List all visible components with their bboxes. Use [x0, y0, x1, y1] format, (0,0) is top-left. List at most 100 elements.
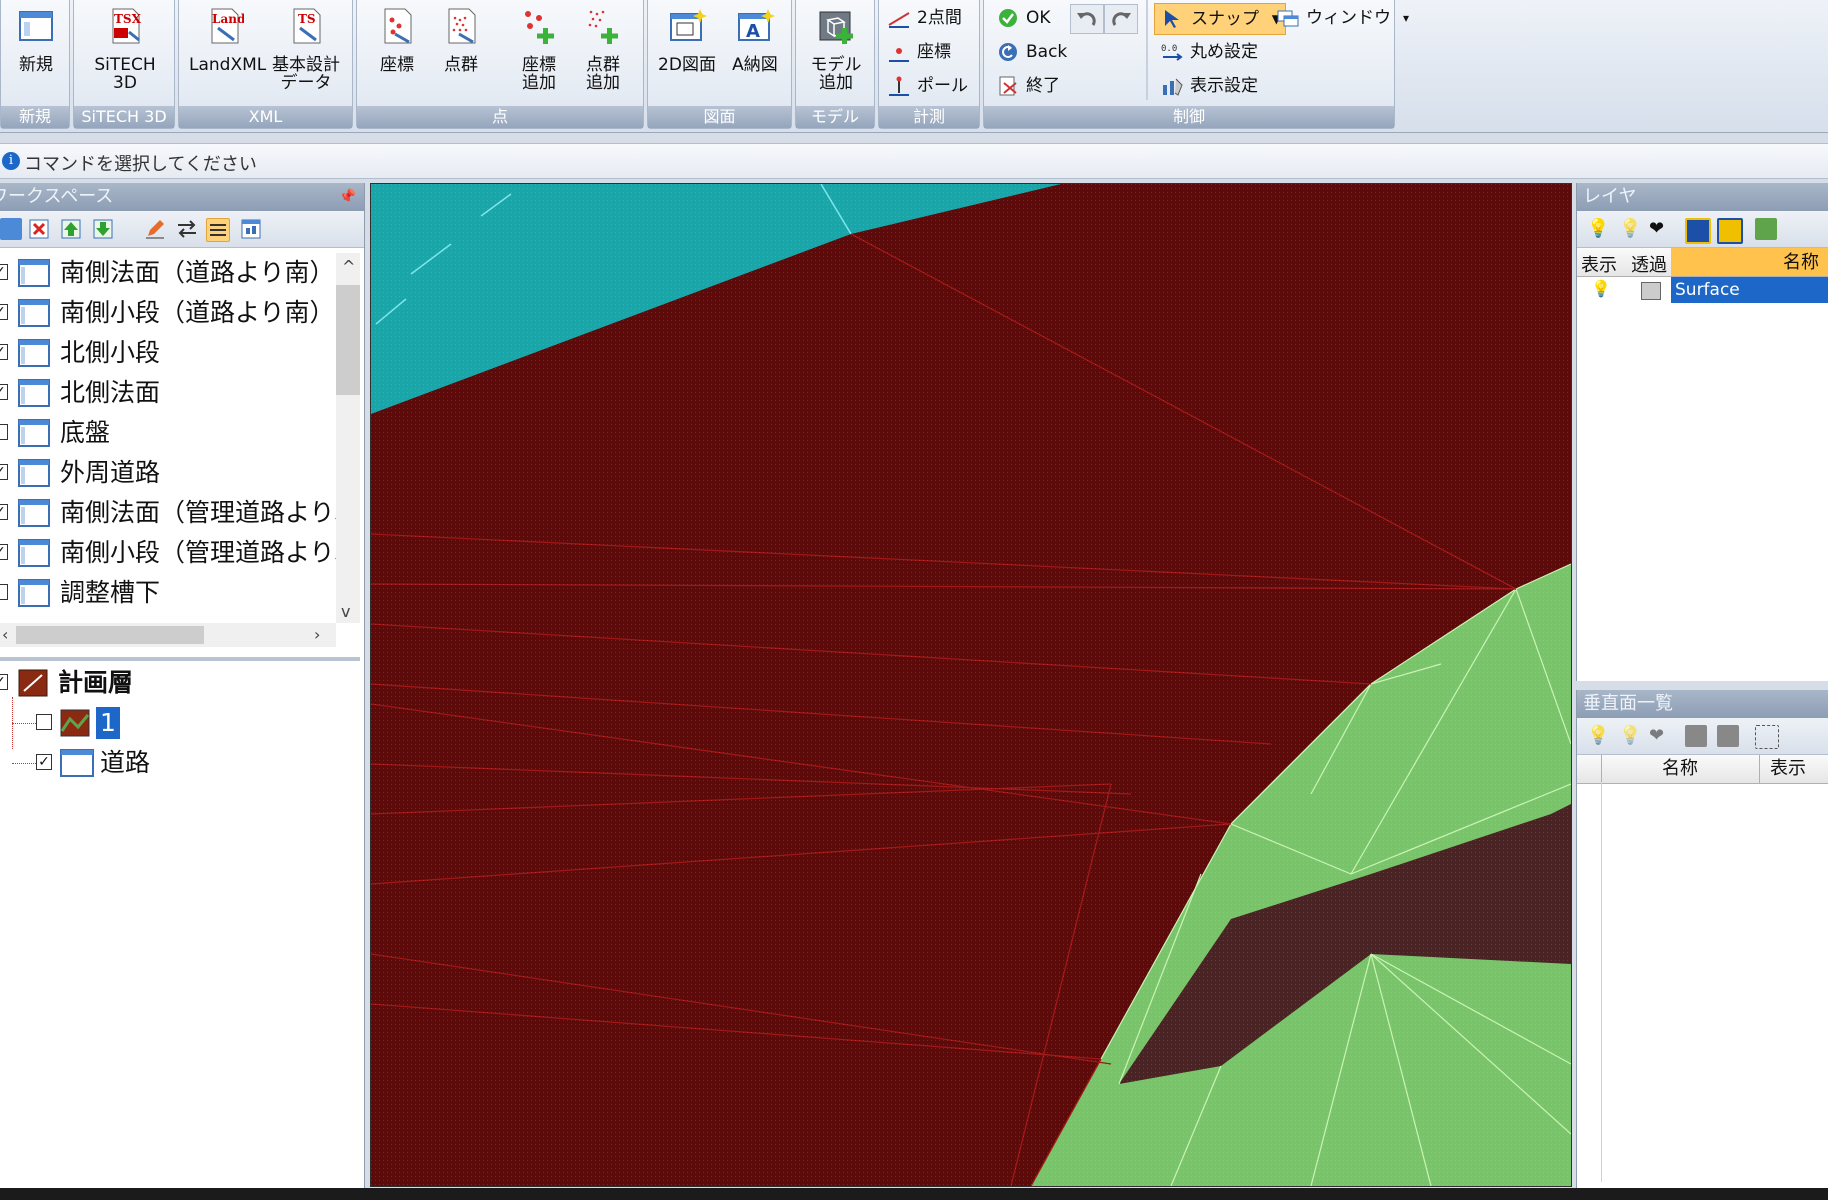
tree-item[interactable]: ✓ 南側法面（道路より南）	[0, 253, 336, 293]
redo-button[interactable]	[1104, 4, 1138, 34]
column-display[interactable]: 表示	[1581, 251, 1617, 277]
3d-viewport[interactable]	[370, 183, 1572, 1187]
tree-item[interactable]: 調整槽下	[0, 573, 336, 613]
visibility-bulb-icon[interactable]: 💡	[1591, 279, 1611, 298]
tree-connector	[12, 763, 36, 764]
move-up-icon[interactable]	[60, 218, 82, 240]
two-point-button[interactable]: 2点間	[881, 3, 962, 33]
tree-item-checkbox[interactable]: ✓	[0, 504, 8, 520]
snap-button[interactable]: スナップ ▼	[1154, 3, 1286, 35]
scroll-right-icon[interactable]: ›	[314, 625, 320, 644]
drawing-a-button[interactable]: A A納図	[722, 6, 788, 74]
plan-layer-checkbox[interactable]: ✓	[0, 674, 8, 690]
tree-item-checkbox[interactable]: ✓	[0, 304, 8, 320]
properties-icon[interactable]	[240, 218, 262, 240]
delete-icon[interactable]	[28, 218, 50, 240]
sub-item[interactable]: 1	[0, 697, 360, 749]
pointcloud-button[interactable]: 点群	[429, 6, 493, 74]
move-down-icon[interactable]	[92, 218, 114, 240]
panel-splitter[interactable]	[0, 657, 360, 661]
swap-icon[interactable]	[176, 218, 198, 240]
svg-text:TS: TS	[298, 12, 316, 26]
list-view-icon[interactable]	[206, 218, 230, 242]
scroll-thumb[interactable]	[336, 285, 360, 395]
plan-layer-item[interactable]: ✓ 計画層	[0, 663, 360, 703]
back-button[interactable]: Back	[990, 37, 1067, 67]
pole-button[interactable]: ポール	[881, 71, 968, 101]
basic-design-data-button[interactable]: TS 基本設計 データ	[265, 6, 347, 92]
tree-item[interactable]: 底盤	[0, 413, 336, 453]
scroll-thumb[interactable]	[16, 626, 204, 644]
tree-item[interactable]: ✓ 北側小段	[0, 333, 336, 373]
column-name[interactable]: 名称	[1601, 755, 1758, 783]
tree-item-checkbox[interactable]	[0, 424, 8, 440]
new-window-icon	[19, 11, 53, 41]
sub-item[interactable]: ✓ 道路	[0, 743, 360, 783]
coord-add-button[interactable]: 座標 追加	[507, 6, 571, 92]
sub-item-checkbox[interactable]	[36, 714, 52, 730]
drawing-2d-button[interactable]: 2D図面	[652, 6, 722, 74]
scroll-down-icon[interactable]: v	[341, 602, 350, 621]
rounding-button[interactable]: 0.0 丸め設定	[1154, 37, 1258, 67]
pointcloud-add-label-2: 追加	[586, 73, 620, 93]
tree-item[interactable]: ✓ 南側法面（管理道路より北）	[0, 493, 336, 533]
tree-item-checkbox[interactable]: ✓	[0, 264, 8, 280]
pointcloud-file-icon	[448, 8, 476, 44]
window-layer-icon	[18, 499, 50, 527]
measure-coord-button[interactable]: 座標	[881, 37, 951, 67]
layer-name-cell[interactable]: Surface	[1671, 277, 1828, 303]
bulb-on-icon[interactable]: 💡	[1587, 725, 1609, 747]
window-button[interactable]: ウィンドウ ▾	[1270, 3, 1411, 33]
tree-item[interactable]: ✓ 南側小段（道路より南）	[0, 293, 336, 333]
coord-button[interactable]: 座標	[365, 6, 429, 74]
ok-button[interactable]: OK	[990, 3, 1051, 33]
tree-item-checkbox[interactable]	[0, 584, 8, 600]
plane-select-icon[interactable]	[1755, 725, 1779, 749]
layer-stack-icon[interactable]	[1755, 218, 1777, 240]
new-button[interactable]: 新規	[4, 6, 68, 74]
display-settings-button[interactable]: 表示設定	[1154, 71, 1258, 101]
model-add-button[interactable]: モデル 追加	[804, 6, 868, 92]
column-name[interactable]: 名称	[1671, 248, 1828, 276]
workspace-toolbar	[0, 211, 364, 248]
pointcloud-add-button[interactable]: 点群 追加	[571, 6, 635, 92]
column-display[interactable]: 表示	[1759, 755, 1806, 783]
tree-item[interactable]: ✓ 南側小段（管理道路より北）	[0, 533, 336, 573]
bulb-off-icon[interactable]: 💡	[1619, 218, 1641, 240]
tree-item-checkbox[interactable]: ✓	[0, 544, 8, 560]
tree-item[interactable]: ✓ 外周道路	[0, 453, 336, 493]
tree-item[interactable]: ✓ 北側法面	[0, 373, 336, 413]
tree-item-checkbox[interactable]: ✓	[0, 384, 8, 400]
bulb-on-icon[interactable]: 💡	[1587, 218, 1609, 240]
layer-front-icon[interactable]	[1685, 218, 1711, 244]
tree-vertical-scrollbar[interactable]: ^ v	[336, 253, 360, 623]
ribbon-group-drawing: 2D図面 A A納図 図面	[647, 0, 792, 129]
sub-item-checkbox[interactable]: ✓	[36, 754, 52, 770]
layer-row[interactable]: 💡 Surface	[1577, 277, 1828, 305]
workspace-open-icon[interactable]	[0, 218, 22, 240]
window-dropdown-icon[interactable]: ▾	[1403, 3, 1409, 33]
transparency-icon[interactable]	[1641, 282, 1661, 300]
plane-front-icon[interactable]	[1685, 725, 1707, 747]
sitech3d-button[interactable]: TSX SiTECH 3D	[93, 6, 157, 92]
landxml-button[interactable]: Land LandXML	[189, 6, 266, 74]
tree-item-checkbox[interactable]: ✓	[0, 344, 8, 360]
sitech3d-label-2: 3D	[113, 73, 137, 93]
pointcloud-label: 点群	[444, 55, 478, 75]
scroll-up-icon[interactable]: ^	[342, 257, 355, 276]
edit-pencil-icon[interactable]	[144, 218, 166, 240]
tree-horizontal-scrollbar[interactable]: ‹ ›	[0, 623, 336, 647]
surface-render	[371, 184, 1571, 1186]
tree-item-checkbox[interactable]: ✓	[0, 464, 8, 480]
column-transparency[interactable]: 透過	[1631, 251, 1667, 277]
bulb-toggle-icon[interactable]: ❤	[1649, 725, 1671, 747]
bulb-off-icon[interactable]: 💡	[1619, 725, 1641, 747]
bulb-toggle-icon[interactable]: ❤	[1649, 218, 1671, 240]
svg-text:0.0: 0.0	[1161, 44, 1177, 54]
plane-back-icon[interactable]	[1717, 725, 1739, 747]
scroll-left-icon[interactable]: ‹	[2, 625, 8, 644]
layer-back-icon[interactable]	[1717, 218, 1743, 244]
pin-icon[interactable]: 📌	[339, 183, 356, 211]
undo-button[interactable]	[1070, 4, 1104, 34]
exit-button[interactable]: 終了	[990, 71, 1060, 101]
